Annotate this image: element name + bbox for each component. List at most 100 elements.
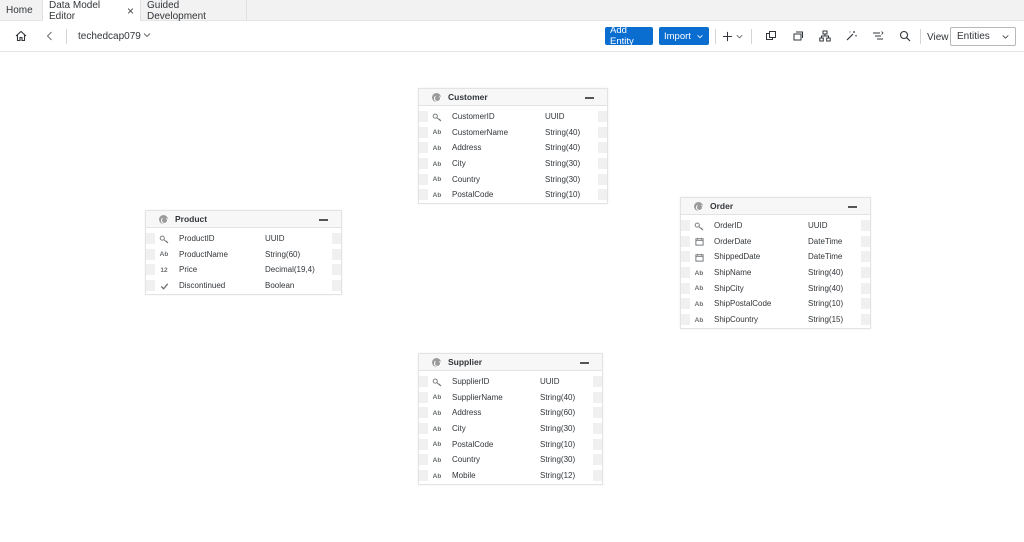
connector-handle-left[interactable] [419,407,428,419]
search-icon[interactable] [897,28,913,44]
tab-home[interactable]: Home [0,0,43,21]
connector-handle-left[interactable] [681,282,690,294]
minimize-icon[interactable] [580,362,589,364]
connector-handle-left[interactable] [419,454,428,466]
field-row[interactable]: Ab ShipCity String(40) [681,281,870,297]
connector-handle-right[interactable] [598,189,607,201]
tab-guided-development[interactable]: Guided Development [141,0,247,22]
field-row[interactable]: Ab Mobile String(12) [419,468,602,484]
hierarchy-icon[interactable] [817,28,833,44]
entity-product[interactable]: Product ProductID UUID Ab ProductName String… [145,210,342,295]
magic-wand-icon[interactable] [843,28,859,44]
field-row[interactable]: Ab PostalCode String(10) [419,187,607,203]
connector-handle-right[interactable] [861,298,870,310]
connector-handle-right[interactable] [593,454,602,466]
entity-customer[interactable]: Customer CustomerID UUID Ab CustomerName Str… [418,88,608,205]
home-icon[interactable] [13,28,29,44]
connector-handle-left[interactable] [419,438,428,450]
connector-handle-left[interactable] [419,158,428,170]
field-row[interactable]: Ab City String(30) [419,421,602,437]
field-row[interactable]: Ab CustomerName String(40) [419,125,607,141]
field-row[interactable]: ProductID UUID [146,231,341,247]
field-row[interactable]: ShippedDate DateTime [681,249,870,265]
connector-handle-left[interactable] [419,111,428,122]
entity-header[interactable]: Customer [419,89,607,106]
breadcrumb[interactable]: techedcap079 [78,31,141,42]
field-row[interactable]: OrderDate DateTime [681,234,870,250]
field-row[interactable]: Ab ShipCountry String(15) [681,312,870,328]
field-row[interactable]: Ab Address String(60) [419,405,602,421]
field-row[interactable]: Ab Address String(40) [419,140,607,156]
minimize-icon[interactable] [585,97,594,99]
field-row[interactable]: SupplierID UUID [419,374,602,390]
connector-handle-left[interactable] [681,298,690,310]
connector-handle-left[interactable] [146,233,155,244]
field-row[interactable]: CustomerID UUID [419,109,607,125]
connector-handle-left[interactable] [681,220,690,231]
connector-handle-right[interactable] [593,391,602,403]
connector-handle-right[interactable] [593,423,602,435]
entity-order[interactable]: Order OrderID UUID OrderDate DateTime Shippe… [680,197,871,329]
connector-handle-left[interactable] [681,267,690,279]
minimize-icon[interactable] [319,219,328,221]
tab-data-model-editor[interactable]: Data Model Editor × [43,0,141,22]
connector-handle-right[interactable] [598,111,607,122]
connector-handle-left[interactable] [419,391,428,403]
connector-handle-right[interactable] [332,264,341,276]
chevron-down-icon[interactable] [142,30,152,40]
connector-handle-left[interactable] [419,376,428,387]
connector-handle-left[interactable] [681,235,690,247]
field-row[interactable]: Ab PostalCode String(10) [419,437,602,453]
connector-handle-right[interactable] [593,376,602,387]
entity-header[interactable]: Supplier [419,354,602,371]
back-icon[interactable] [42,28,58,44]
view-select[interactable]: Entities [950,27,1016,46]
field-row[interactable]: OrderID UUID [681,218,870,234]
connector-handle-left[interactable] [146,264,155,276]
field-row[interactable]: 12 Price Decimal(19,4) [146,262,341,278]
connector-handle-left[interactable] [146,248,155,260]
connector-handle-right[interactable] [593,407,602,419]
connector-handle-right[interactable] [861,235,870,247]
field-row[interactable]: Discontinued Boolean [146,278,341,294]
import-button[interactable]: Import [659,27,709,45]
field-row[interactable]: Ab City String(30) [419,156,607,172]
connector-handle-right[interactable] [332,248,341,260]
add-menu-button[interactable] [722,29,744,43]
connector-handle-left[interactable] [419,142,428,154]
close-icon[interactable]: × [127,5,134,17]
entity-header[interactable]: Product [146,211,341,228]
connector-handle-right[interactable] [861,251,870,263]
sort-icon[interactable] [870,28,886,44]
connector-handle-right[interactable] [598,173,607,185]
connector-handle-right[interactable] [861,282,870,294]
connector-handle-left[interactable] [419,423,428,435]
entity-supplier[interactable]: Supplier SupplierID UUID Ab SupplierName Str… [418,353,603,485]
connector-handle-left[interactable] [681,251,690,263]
connector-handle-left[interactable] [419,470,428,482]
connector-handle-right[interactable] [861,220,870,231]
connector-handle-left[interactable] [419,173,428,185]
connector-handle-right[interactable] [593,438,602,450]
connector-handle-right[interactable] [598,158,607,170]
connector-handle-left[interactable] [419,189,428,201]
connector-handle-right[interactable] [593,470,602,482]
field-row[interactable]: Ab Country String(30) [419,452,602,468]
field-row[interactable]: Ab ShipName String(40) [681,265,870,281]
copy-icon[interactable] [763,28,779,44]
connector-handle-right[interactable] [861,267,870,279]
connector-handle-left[interactable] [419,126,428,138]
connector-handle-left[interactable] [681,314,690,326]
entity-header[interactable]: Order [681,198,870,215]
add-entity-button[interactable]: Add Entity [605,25,653,47]
field-row[interactable]: Ab Country String(30) [419,172,607,188]
connector-handle-right[interactable] [332,233,341,244]
duplicate-icon[interactable] [790,28,806,44]
field-row[interactable]: Ab SupplierName String(40) [419,390,602,406]
connector-handle-left[interactable] [146,280,155,292]
connector-handle-right[interactable] [332,280,341,292]
field-row[interactable]: Ab ShipPostalCode String(10) [681,296,870,312]
minimize-icon[interactable] [848,206,857,208]
connector-handle-right[interactable] [598,126,607,138]
field-row[interactable]: Ab ProductName String(60) [146,247,341,263]
